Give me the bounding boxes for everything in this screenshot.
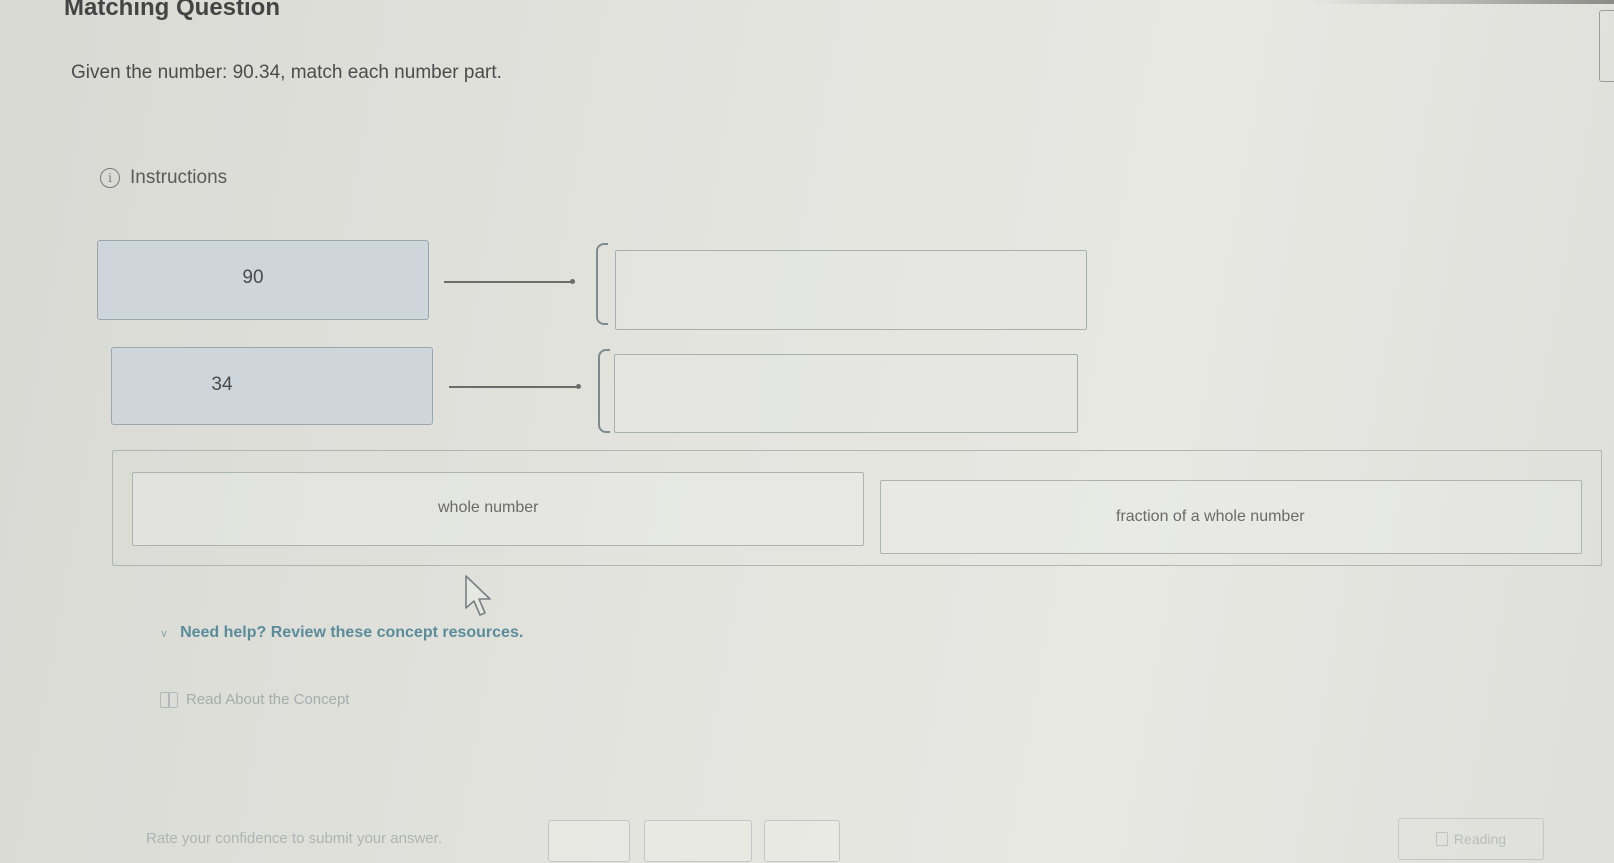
reading-button[interactable]: Reading [1398, 818, 1544, 860]
confidence-button-low[interactable] [548, 820, 630, 862]
confidence-button-medium[interactable] [644, 820, 752, 862]
dropzone-bracket [598, 349, 610, 433]
answer-dropzone-2[interactable] [614, 354, 1078, 433]
instructions-label: Instructions [130, 167, 228, 188]
read-about-concept-link[interactable]: Read About the Concept [160, 691, 349, 708]
top-divider [1314, 0, 1614, 4]
info-icon: i [100, 168, 120, 188]
match-term-label: 34 [211, 374, 233, 395]
confidence-button-high[interactable] [764, 820, 840, 862]
book-icon [160, 691, 178, 708]
match-term-34[interactable]: 34 [111, 347, 433, 425]
instructions-toggle[interactable]: i Instructions [100, 167, 227, 189]
mouse-pointer-icon [465, 575, 491, 616]
match-term-label: 90 [242, 267, 264, 288]
choice-label: fraction of a whole number [1116, 508, 1305, 525]
reading-label: Reading [1453, 831, 1507, 847]
side-panel-tab[interactable] [1599, 10, 1614, 82]
answer-dropzone-1[interactable] [615, 250, 1087, 330]
confidence-prompt: Rate your confidence to submit your answ… [146, 830, 442, 847]
match-connector [449, 384, 581, 389]
page-title: Matching Question [64, 0, 280, 21]
match-connector [444, 279, 575, 284]
question-prompt: Given the number: 90.34, match each numb… [71, 62, 502, 83]
resource-label: Read About the Concept [186, 691, 350, 708]
choice-label: whole number [438, 499, 539, 516]
match-term-90[interactable]: 90 [97, 240, 429, 320]
document-icon [1435, 832, 1448, 846]
dropzone-bracket [596, 243, 608, 325]
concept-resources-toggle[interactable]: ∨ Need help? Review these concept resour… [160, 624, 523, 642]
choice-fraction-of-whole-number[interactable]: fraction of a whole number [880, 480, 1582, 554]
choice-whole-number[interactable]: whole number [132, 472, 864, 546]
concept-resources-link[interactable]: Need help? Review these concept resource… [180, 624, 523, 642]
chevron-down-icon: ∨ [160, 627, 169, 640]
